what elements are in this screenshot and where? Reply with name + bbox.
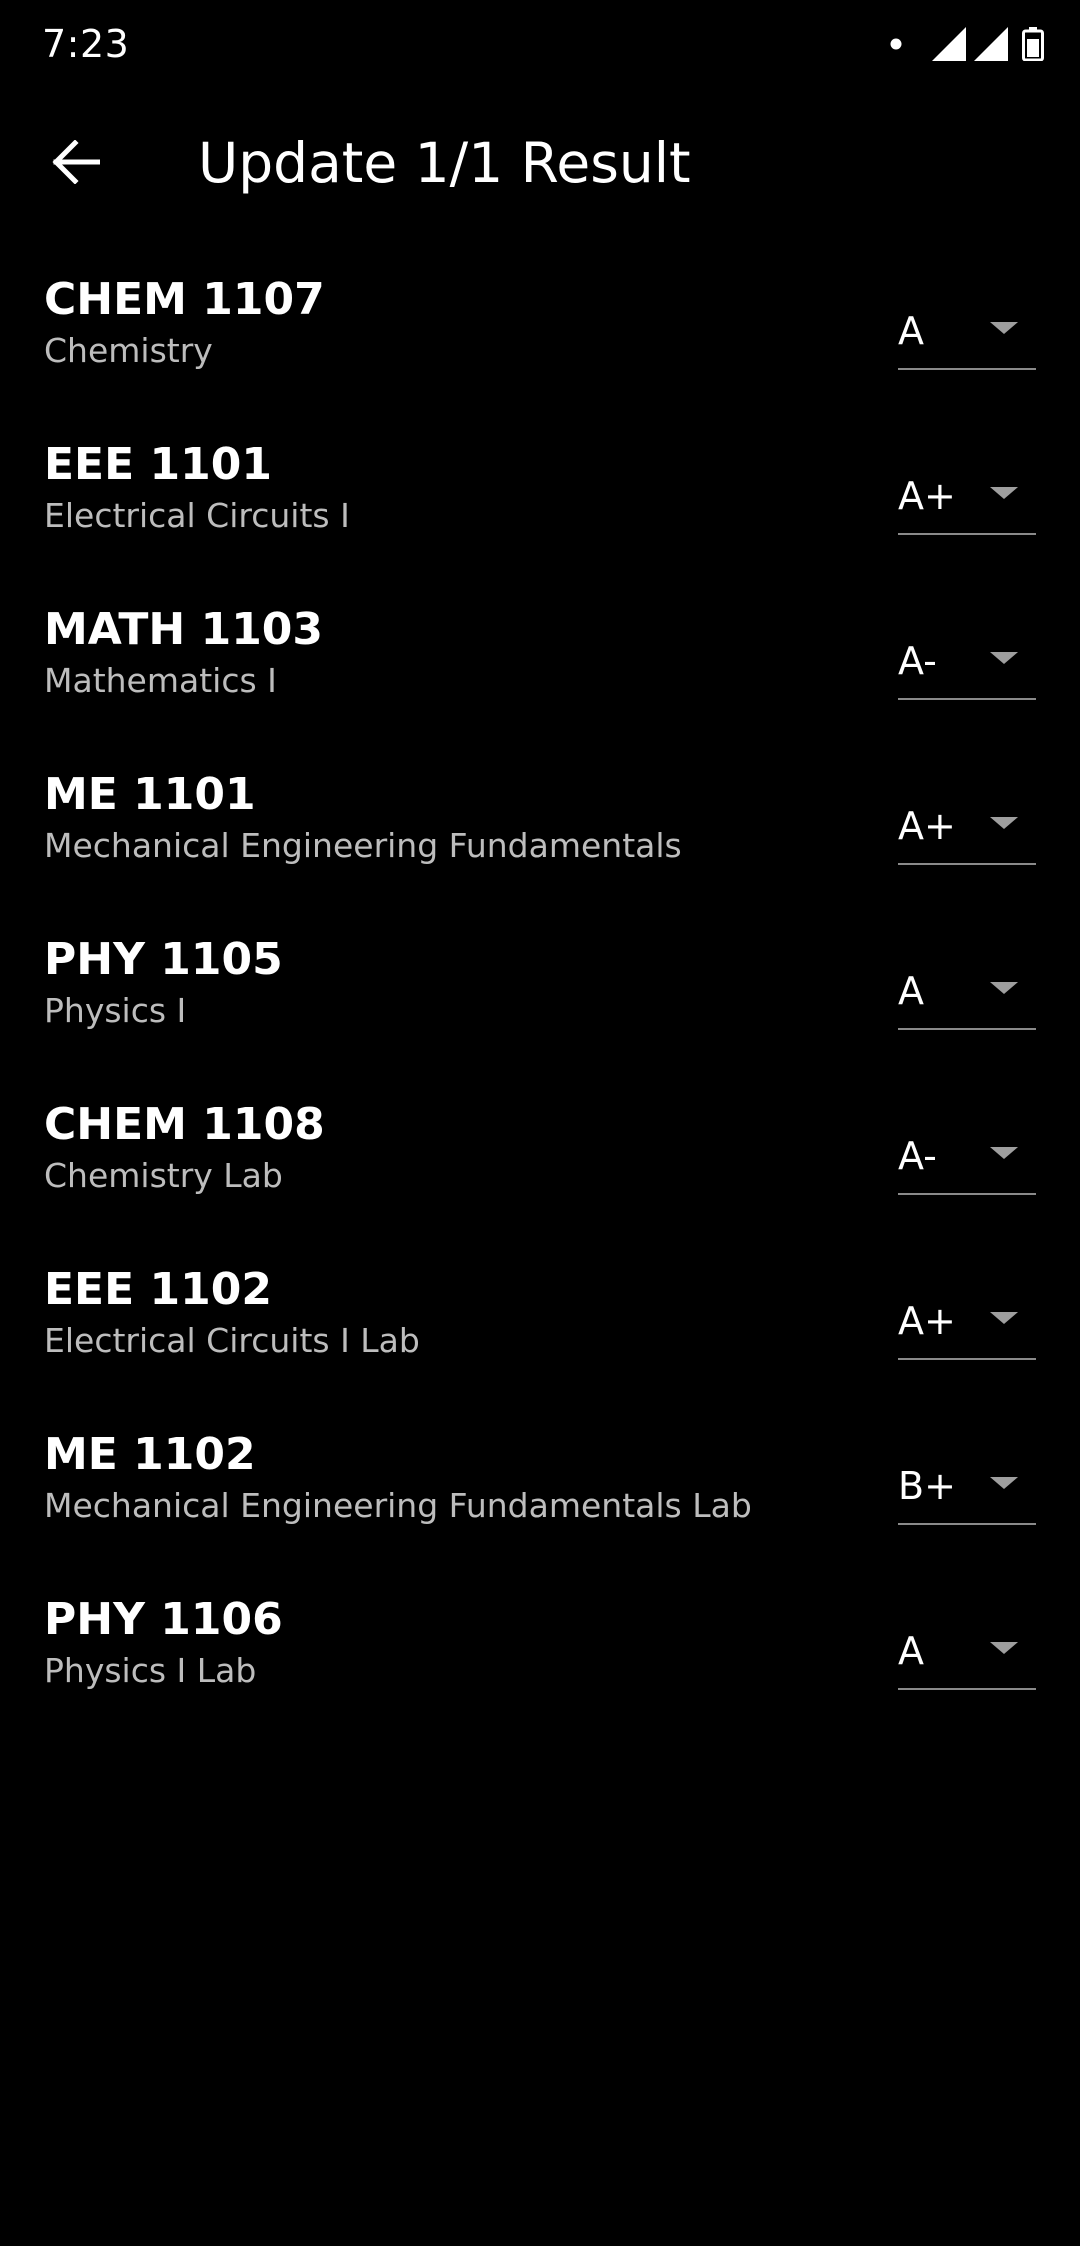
grade-value: A — [898, 969, 924, 1013]
back-button[interactable] — [30, 118, 122, 210]
grade-value: A+ — [898, 804, 956, 848]
course-name: Physics I — [44, 991, 187, 1030]
grade-value: A- — [898, 1134, 937, 1178]
course-name: Mechanical Engineering Fundamentals — [44, 826, 682, 865]
course-code: ME 1101 — [44, 769, 256, 820]
course-code: CHEM 1107 — [44, 274, 325, 325]
arrow-left-icon — [52, 139, 101, 188]
course-name: Electrical Circuits I — [44, 496, 350, 535]
course-name: Mathematics I — [44, 661, 277, 700]
course-code: EEE 1101 — [44, 439, 272, 490]
grade-dropdown[interactable]: B+ — [898, 1439, 1036, 1525]
dropdown-arrow-icon — [990, 652, 1018, 664]
dropdown-arrow-icon — [990, 1147, 1018, 1159]
course-code: EEE 1102 — [44, 1264, 272, 1315]
grade-dropdown[interactable]: A+ — [898, 449, 1036, 535]
status-bar: 7:23 — [0, 0, 1080, 88]
course-name: Electrical Circuits I Lab — [44, 1321, 420, 1360]
dropdown-arrow-icon — [990, 322, 1018, 334]
app-bar: Update 1/1 Result — [0, 100, 1080, 226]
course-name: Chemistry — [44, 331, 213, 370]
grade-value: A — [898, 309, 924, 353]
course-code: ME 1102 — [44, 1429, 256, 1480]
cell-signal-icon-2 — [974, 27, 1008, 61]
course-code: MATH 1103 — [44, 604, 324, 655]
grade-dropdown[interactable]: A+ — [898, 779, 1036, 865]
grade-dropdown[interactable]: A- — [898, 1109, 1036, 1195]
grade-dropdown[interactable]: A+ — [898, 1274, 1036, 1360]
grade-value: A+ — [898, 1299, 956, 1343]
grade-value: A — [898, 1629, 924, 1673]
cell-signal-icon — [932, 27, 966, 61]
course-row: EEE 1101 Electrical Circuits I A+ — [0, 427, 1080, 592]
dropdown-arrow-icon — [990, 1642, 1018, 1654]
course-name: Physics I Lab — [44, 1651, 257, 1690]
course-list: CHEM 1107 Chemistry A EEE 1101 Electrica… — [0, 262, 1080, 1747]
grade-dropdown[interactable]: A — [898, 284, 1036, 370]
grade-value: A- — [898, 639, 937, 683]
grade-dropdown[interactable]: A — [898, 944, 1036, 1030]
course-row: PHY 1106 Physics I Lab A — [0, 1582, 1080, 1747]
battery-icon — [1022, 27, 1044, 61]
course-row: CHEM 1107 Chemistry A — [0, 262, 1080, 427]
course-name: Mechanical Engineering Fundamentals Lab — [44, 1486, 752, 1525]
dropdown-arrow-icon — [990, 982, 1018, 994]
course-code: PHY 1106 — [44, 1594, 283, 1645]
dropdown-arrow-icon — [990, 1312, 1018, 1324]
dropdown-arrow-icon — [990, 1477, 1018, 1489]
notification-dot-icon — [890, 38, 902, 50]
grade-dropdown[interactable]: A- — [898, 614, 1036, 700]
status-time: 7:23 — [42, 22, 130, 66]
course-name: Chemistry Lab — [44, 1156, 283, 1195]
course-row: CHEM 1108 Chemistry Lab A- — [0, 1087, 1080, 1252]
page-title: Update 1/1 Result — [198, 131, 691, 195]
course-row: MATH 1103 Mathematics I A- — [0, 592, 1080, 757]
course-row: EEE 1102 Electrical Circuits I Lab A+ — [0, 1252, 1080, 1417]
grade-value: B+ — [898, 1464, 956, 1508]
grade-value: A+ — [898, 474, 956, 518]
course-code: PHY 1105 — [44, 934, 283, 985]
dropdown-arrow-icon — [990, 817, 1018, 829]
grade-dropdown[interactable]: A — [898, 1604, 1036, 1690]
course-code: CHEM 1108 — [44, 1099, 325, 1150]
status-icons — [890, 24, 1044, 64]
course-row: PHY 1105 Physics I A — [0, 922, 1080, 1087]
course-row: ME 1102 Mechanical Engineering Fundament… — [0, 1417, 1080, 1582]
course-row: ME 1101 Mechanical Engineering Fundament… — [0, 757, 1080, 922]
dropdown-arrow-icon — [990, 487, 1018, 499]
